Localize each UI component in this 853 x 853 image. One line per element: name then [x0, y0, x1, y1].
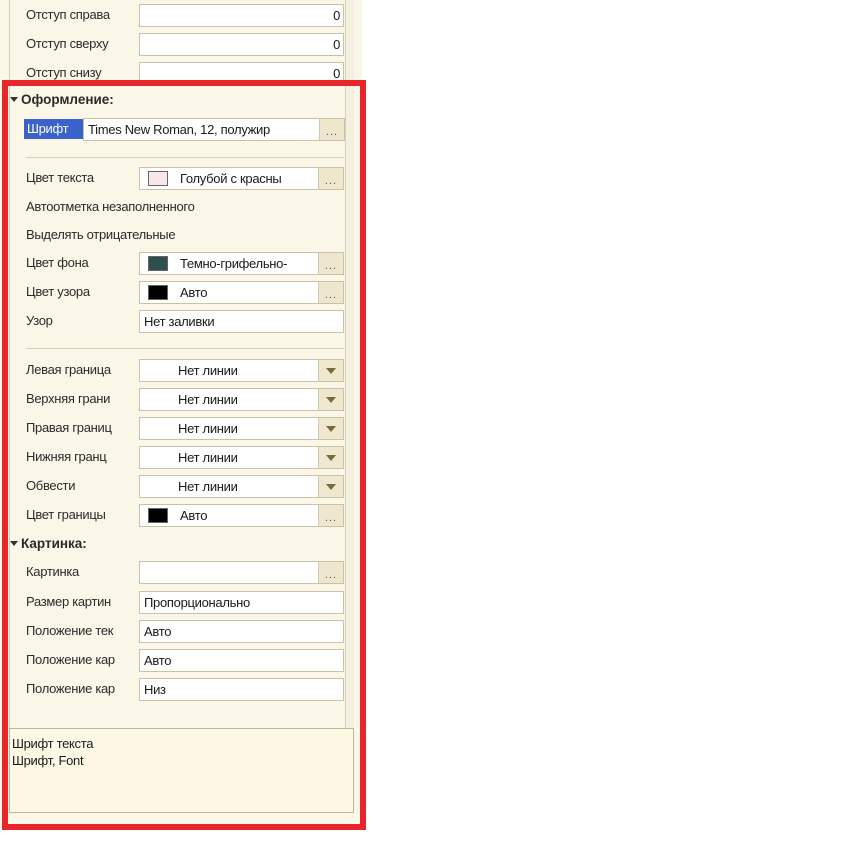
indent-top-field[interactable]: 0	[139, 33, 344, 56]
property-label: Отступ сверху	[26, 36, 109, 51]
indent-right-field[interactable]: 0	[139, 4, 344, 27]
property-label: Отступ справа	[26, 7, 110, 22]
highlight-frame	[2, 80, 366, 830]
property-row-indent-top[interactable]: Отступ сверху 0	[0, 31, 345, 58]
property-row-indent-right[interactable]: Отступ справа 0	[0, 2, 345, 29]
